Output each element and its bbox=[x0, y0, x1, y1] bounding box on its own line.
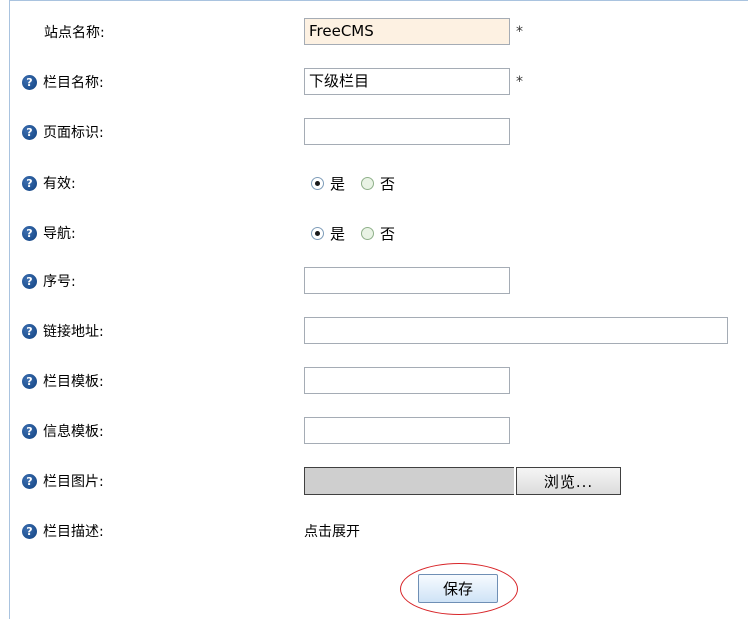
save-button-area: 保存 bbox=[400, 563, 518, 615]
page-id-label: 页面标识: bbox=[43, 125, 104, 141]
help-icon[interactable]: ? bbox=[22, 423, 37, 439]
column-image-label: 栏目图片: bbox=[43, 474, 104, 490]
browse-button[interactable]: 浏览... bbox=[516, 467, 621, 495]
valid-row: ? 有效: 是 否 bbox=[0, 168, 748, 198]
navigation-no-label: 否 bbox=[380, 224, 396, 243]
help-icon[interactable]: ? bbox=[22, 523, 37, 539]
column-template-row: ? 栏目模板: bbox=[0, 366, 748, 396]
column-template-field[interactable] bbox=[304, 367, 510, 394]
valid-label: 有效: bbox=[43, 176, 76, 192]
help-icon[interactable]: ? bbox=[22, 273, 37, 289]
column-image-row: ? 栏目图片: 浏览... bbox=[0, 466, 748, 496]
column-name-label: 栏目名称: bbox=[43, 75, 104, 91]
column-name-row: ? 栏目名称: 下级栏目 * bbox=[0, 67, 748, 97]
link-url-row: ? 链接地址: bbox=[0, 316, 748, 346]
help-icon[interactable]: ? bbox=[22, 124, 37, 140]
required-mark: * bbox=[516, 74, 523, 90]
help-icon[interactable]: ? bbox=[22, 373, 37, 389]
valid-yes-label: 是 bbox=[330, 174, 346, 193]
valid-yes-radio[interactable] bbox=[311, 176, 324, 190]
info-template-field[interactable] bbox=[304, 417, 510, 444]
column-desc-row: ? 栏目描述: 点击展开 bbox=[0, 516, 748, 546]
navigation-label: 导航: bbox=[43, 226, 76, 242]
site-name-row: 站点名称: FreeCMS * bbox=[0, 17, 748, 47]
help-icon[interactable]: ? bbox=[22, 225, 37, 241]
column-desc-label: 栏目描述: bbox=[43, 524, 104, 540]
column-template-label: 栏目模板: bbox=[43, 374, 104, 390]
help-icon[interactable]: ? bbox=[22, 473, 37, 489]
required-mark: * bbox=[516, 24, 523, 40]
column-image-file-field[interactable] bbox=[304, 467, 514, 495]
info-template-row: ? 信息模板: bbox=[0, 416, 748, 446]
column-name-field[interactable]: 下级栏目 bbox=[304, 68, 510, 95]
valid-no-label: 否 bbox=[380, 174, 396, 193]
order-row: ? 序号: bbox=[0, 266, 748, 296]
page-id-field[interactable] bbox=[304, 118, 510, 145]
help-icon[interactable]: ? bbox=[22, 175, 37, 191]
valid-radio-group: 是 否 bbox=[311, 168, 411, 198]
navigation-yes-label: 是 bbox=[330, 224, 346, 243]
save-button[interactable]: 保存 bbox=[418, 574, 498, 603]
help-icon[interactable]: ? bbox=[22, 323, 37, 339]
navigation-radio-group: 是 否 bbox=[311, 218, 411, 248]
navigation-no-radio[interactable] bbox=[361, 226, 375, 240]
help-icon[interactable]: ? bbox=[22, 74, 37, 90]
valid-no-radio[interactable] bbox=[361, 176, 375, 190]
expand-description-link[interactable]: 点击展开 bbox=[304, 516, 360, 546]
page-id-row: ? 页面标识: bbox=[0, 117, 748, 147]
info-template-label: 信息模板: bbox=[43, 424, 104, 440]
link-url-label: 链接地址: bbox=[43, 324, 104, 340]
site-name-label: 站点名称: bbox=[44, 25, 105, 41]
frame-top-border bbox=[9, 0, 748, 1]
site-name-field[interactable]: FreeCMS bbox=[304, 18, 510, 45]
navigation-yes-radio[interactable] bbox=[311, 226, 324, 240]
order-label: 序号: bbox=[43, 274, 76, 290]
navigation-row: ? 导航: 是 否 bbox=[0, 218, 748, 248]
order-field[interactable] bbox=[304, 267, 510, 294]
link-url-field[interactable] bbox=[304, 317, 728, 344]
